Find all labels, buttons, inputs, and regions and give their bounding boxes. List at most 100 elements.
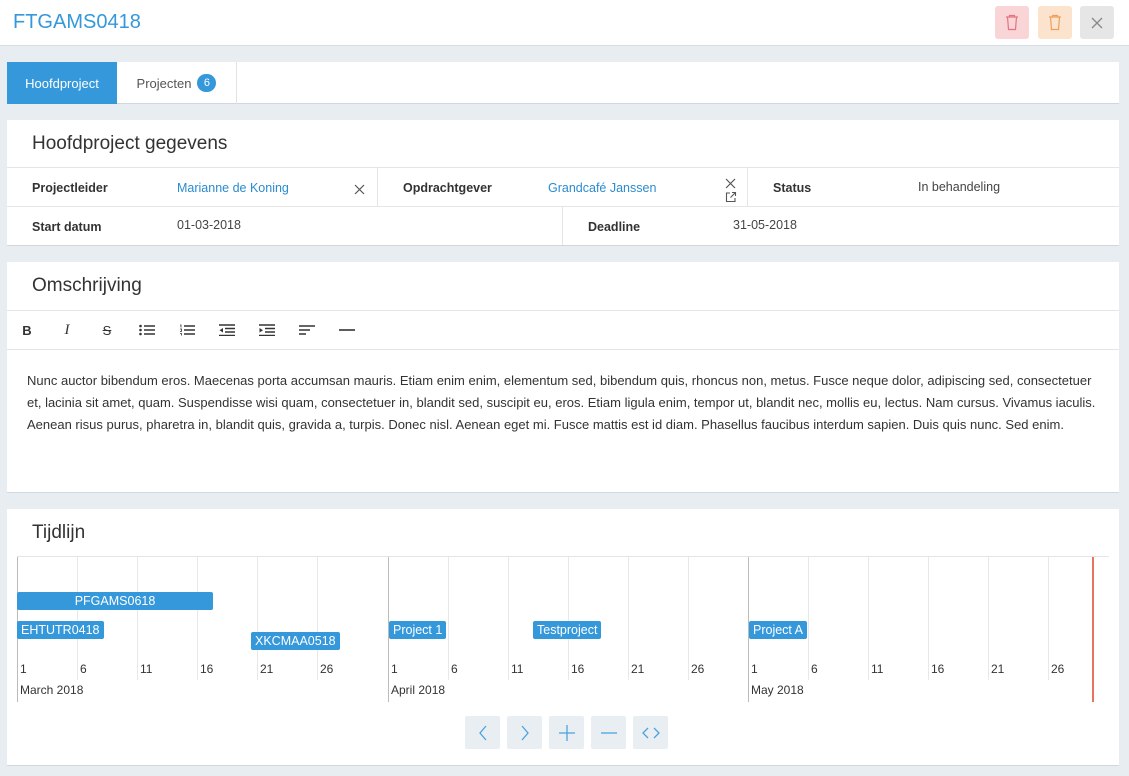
day-tick: 21 [631,662,645,676]
projectleider-label: Projectleider [32,181,108,195]
timeline-item[interactable]: XKCMAA0518 [251,632,340,650]
day-tick: 21 [260,662,274,676]
day-tick: 1 [391,662,398,676]
opdrachtgever-label: Opdrachtgever [403,181,492,195]
archive-button[interactable] [1038,6,1072,39]
zoom-out-icon [600,731,617,734]
tab-projecten[interactable]: Projecten 6 [117,62,237,104]
month-label: May 2018 [751,683,804,697]
description-text[interactable]: Nunc auctor bibendum eros. Maecenas port… [27,370,1102,436]
description-card: Omschrijving B I S Nunc auctor bibendum … [7,262,1119,493]
projectleider-link[interactable]: Marianne de Koning [177,181,289,195]
zoom-in-button[interactable] [549,716,584,749]
outdent-button[interactable] [215,319,239,341]
clear-projectleider-button[interactable] [354,182,365,200]
month-label: April 2018 [391,683,446,697]
timeline-item[interactable]: EHTUTR0418 [17,621,104,639]
timeline-item[interactable]: Project 1 [389,621,447,639]
gridline [808,557,809,680]
align-left-icon [299,325,315,335]
day-tick: 1 [20,662,27,676]
indent-button[interactable] [255,319,279,341]
zoom-out-button[interactable] [591,716,626,749]
gridline [508,557,509,680]
gridline [1048,557,1049,680]
details-row: Projectleider Marianne de Koning Opdrach… [7,167,1119,207]
horizontal-rule-button[interactable] [335,319,359,341]
horizontal-rule-icon [339,329,355,331]
close-icon [354,184,365,195]
italic-icon: I [64,321,70,338]
external-link-icon [725,191,737,203]
divider [377,168,378,207]
day-tick: 16 [200,662,214,676]
gridline [257,557,258,680]
close-button[interactable] [1080,6,1114,39]
bold-button[interactable]: B [15,319,39,341]
day-tick: 6 [451,662,458,676]
count-badge: 6 [197,74,217,92]
section-heading: Tijdlijn [32,522,86,543]
tab-bar: Hoofdproject Projecten 6 [7,62,1119,104]
timeline-item[interactable]: Testproject [533,621,602,639]
gridline [988,557,989,680]
move-left-button[interactable] [465,716,500,749]
start-date-value[interactable]: 01-03-2018 [177,218,241,232]
section-heading: Hoofdproject gegevens [32,133,228,154]
tab-hoofdproject[interactable]: Hoofdproject [7,62,117,104]
day-tick: 26 [691,662,705,676]
align-left-button[interactable] [295,319,319,341]
chevron-right-icon [521,725,529,740]
numbered-list-button[interactable] [175,319,199,341]
gridline [868,557,869,680]
fit-button[interactable] [633,716,668,749]
timeline-card: Tijdlijn 1 6 11 16 21 26 1 6 11 16 21 26… [7,509,1119,766]
gridline [317,557,318,680]
editor-toolbar: B I S [7,310,1119,350]
gridline [568,557,569,680]
day-tick: 16 [931,662,945,676]
gridline [197,557,198,680]
opdrachtgever-link[interactable]: Grandcafé Janssen [548,181,656,195]
day-tick: 16 [571,662,585,676]
day-tick: 11 [871,662,884,676]
zoom-in-icon [558,724,575,741]
section-heading: Omschrijving [32,275,142,296]
chevron-left-icon [478,725,486,740]
close-icon [1091,17,1103,28]
day-tick: 6 [80,662,87,676]
deadline-value[interactable]: 31-05-2018 [733,218,797,232]
details-row: Start datum 01-03-2018 Deadline 31-05-20… [7,206,1119,245]
day-tick: 26 [1051,662,1065,676]
top-bar: FTGAMS0418 [0,0,1129,46]
bold-icon: B [22,322,32,338]
code-icon [641,727,660,738]
tab-label: Hoofdproject [25,75,99,91]
timeline-item[interactable]: Project A [749,621,808,639]
gridline [688,557,689,680]
day-tick: 11 [511,662,524,676]
italic-button[interactable]: I [55,319,79,341]
project-details-card: Hoofdproject gegevens Projectleider Mari… [7,120,1119,246]
day-tick: 1 [751,662,758,676]
tab-label: Projecten [136,75,192,91]
gridline [628,557,629,680]
timeline-item[interactable]: PFGAMS0618 [17,592,213,610]
gridline [928,557,929,680]
indent-icon [259,324,275,336]
day-tick: 26 [320,662,334,676]
gridline [137,557,138,680]
bullet-list-icon [139,324,155,336]
strikethrough-button[interactable]: S [95,319,119,341]
bullet-list-button[interactable] [135,319,159,341]
day-tick: 6 [811,662,818,676]
trash-icon [1049,14,1061,31]
numbered-list-icon [180,324,195,336]
status-value: In behandeling [918,180,1001,194]
delete-button[interactable] [995,6,1029,39]
divider [747,168,748,207]
move-right-button[interactable] [507,716,542,749]
timeline-chart[interactable]: 1 6 11 16 21 26 1 6 11 16 21 26 1 6 11 1… [17,556,1109,702]
gridline [448,557,449,680]
month-label: March 2018 [20,683,84,697]
